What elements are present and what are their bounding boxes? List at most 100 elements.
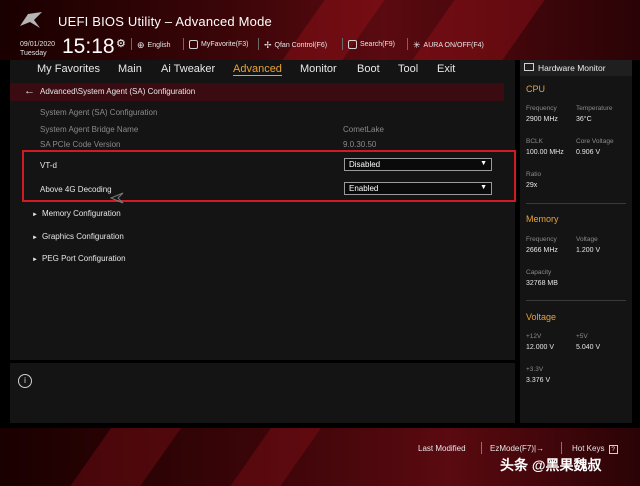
search-label: Search(F9) xyxy=(360,41,396,48)
breadcrumb[interactable]: ← Advanced\System Agent (SA) Configurati… xyxy=(10,83,504,101)
breadcrumb-text: Advanced\System Agent (SA) Configuration xyxy=(40,87,196,96)
divider xyxy=(481,442,482,454)
cpu-ratio-label: Ratio xyxy=(526,171,542,178)
menu-advanced[interactable]: Advanced xyxy=(233,63,282,76)
divider xyxy=(561,442,562,454)
caret-right-icon: ► xyxy=(32,212,38,218)
divider xyxy=(526,300,626,301)
mem-volt-label: Voltage xyxy=(576,236,598,243)
divider xyxy=(258,38,259,50)
menu-tool[interactable]: Tool xyxy=(398,63,418,75)
pcie-version-value: 9.0.30.50 xyxy=(343,140,377,149)
submenu-memory-label: Memory Configuration xyxy=(41,209,121,218)
qfan-label: Qfan Control(F6) xyxy=(274,42,328,49)
menu-boot[interactable]: Boot xyxy=(357,63,380,75)
main-menu: My Favorites Main Ai Tweaker Advanced Mo… xyxy=(10,60,515,80)
bridge-name-value: CometLake xyxy=(343,125,384,134)
mem-freq-value: 2666 MHz xyxy=(526,247,558,254)
section-title: System Agent (SA) Configuration xyxy=(40,108,158,117)
header-bar: UEFI BIOS Utility – Advanced Mode 09/01/… xyxy=(0,0,640,60)
menu-exit[interactable]: Exit xyxy=(437,63,455,75)
v12-value: 12.000 V xyxy=(526,344,555,351)
cpu-heading: CPU xyxy=(526,84,546,94)
favorite-icon xyxy=(189,40,198,49)
hardware-monitor-title: Hardware Monitor xyxy=(538,63,606,73)
bridge-name-label: System Agent Bridge Name xyxy=(40,125,139,134)
cpu-bclk-value: 100.00 MHz xyxy=(526,149,564,156)
menu-main[interactable]: Main xyxy=(118,63,142,75)
cpu-vcore-value: 0.906 V xyxy=(576,149,601,156)
myfavorite-label: MyFavorite(F3) xyxy=(201,41,249,48)
caret-right-icon: ► xyxy=(32,235,38,241)
myfavorite-button[interactable]: MyFavorite(F3) xyxy=(189,40,248,49)
submenu-graphics[interactable]: ► Graphics Configuration xyxy=(32,232,124,241)
settings-panel: ← Advanced\System Agent (SA) Configurati… xyxy=(10,80,516,360)
cpu-temp-value: 36°C xyxy=(576,116,592,123)
qfan-button[interactable]: ✢ Qfan Control(F6) xyxy=(264,40,327,51)
monitor-icon xyxy=(524,63,534,71)
divider xyxy=(407,38,408,50)
app-title: UEFI BIOS Utility – Advanced Mode xyxy=(58,14,272,29)
menu-ai-tweaker[interactable]: Ai Tweaker xyxy=(161,63,215,75)
rog-logo-icon xyxy=(20,12,42,28)
search-button[interactable]: Search(F9) xyxy=(348,40,395,49)
language-button[interactable]: ⊕ English xyxy=(137,40,171,51)
date-display: 09/01/2020 Tuesday xyxy=(20,40,55,58)
cpu-temp-label: Temperature xyxy=(576,105,613,112)
ezmode-button[interactable]: EzMode(F7)|→ xyxy=(490,444,544,453)
aura-label: AURA ON/OFF(F4) xyxy=(423,42,484,49)
submenu-graphics-label: Graphics Configuration xyxy=(41,232,124,241)
mem-cap-value: 32768 MB xyxy=(526,280,558,287)
header-decoration xyxy=(398,0,552,60)
memory-heading: Memory xyxy=(526,214,559,224)
cpu-freq-value: 2900 MHz xyxy=(526,116,558,123)
hardware-monitor-panel: Hardware Monitor CPU Frequency 2900 MHz … xyxy=(520,60,632,423)
fan-icon: ✢ xyxy=(264,40,272,50)
divider xyxy=(342,38,343,50)
voltage-heading: Voltage xyxy=(526,312,557,322)
back-arrow-icon[interactable]: ← xyxy=(24,85,35,97)
divider xyxy=(183,38,184,50)
hardware-monitor-header: Hardware Monitor xyxy=(520,60,632,76)
aura-button[interactable]: ✳ AURA ON/OFF(F4) xyxy=(413,40,484,51)
v33-label: +3.3V xyxy=(526,366,544,373)
divider xyxy=(526,203,626,204)
pcie-version-label: SA PCIe Code Version xyxy=(40,140,121,149)
footer-bar: Last Modified EzMode(F7)|→ Hot Keys ? 头条… xyxy=(0,428,640,486)
last-modified-button[interactable]: Last Modified xyxy=(418,444,466,453)
help-icon: ? xyxy=(608,445,618,454)
globe-icon: ⊕ xyxy=(137,40,145,50)
gear-icon[interactable]: ⚙ xyxy=(116,37,126,50)
cpu-ratio-value: 29x xyxy=(526,182,538,189)
menu-monitor[interactable]: Monitor xyxy=(300,63,337,75)
hotkeys-button[interactable]: Hot Keys ? xyxy=(572,444,618,454)
hotkeys-label: Hot Keys xyxy=(572,444,605,453)
day-text: Tuesday xyxy=(20,50,47,57)
cpu-freq-label: Frequency xyxy=(526,105,557,112)
mem-volt-value: 1.200 V xyxy=(576,247,601,254)
submenu-peg-port[interactable]: ► PEG Port Configuration xyxy=(32,254,126,263)
info-panel: i xyxy=(10,363,515,423)
v12-label: +12V xyxy=(526,333,542,340)
highlight-box xyxy=(22,150,516,202)
date-text: 09/01/2020 xyxy=(20,41,56,48)
menu-my-favorites[interactable]: My Favorites xyxy=(37,63,100,75)
aura-icon: ✳ xyxy=(413,40,421,50)
submenu-peg-port-label: PEG Port Configuration xyxy=(41,254,126,263)
language-label: English xyxy=(147,42,171,49)
cpu-bclk-label: BCLK xyxy=(526,138,543,145)
footer-decoration xyxy=(61,428,189,486)
clock-display: 15:18 xyxy=(62,35,115,58)
v33-value: 3.376 V xyxy=(526,377,551,384)
info-icon: i xyxy=(18,374,32,388)
divider xyxy=(131,38,132,50)
watermark: 头条 @黑果魏叔 xyxy=(500,457,602,473)
v5-value: 5.040 V xyxy=(576,344,601,351)
mem-cap-label: Capacity xyxy=(526,269,552,276)
cpu-vcore-label: Core Voltage xyxy=(576,138,614,145)
search-icon xyxy=(348,40,357,49)
caret-right-icon: ► xyxy=(32,257,38,263)
submenu-memory[interactable]: ► Memory Configuration xyxy=(32,209,121,218)
footer-decoration xyxy=(221,428,329,486)
mem-freq-label: Frequency xyxy=(526,236,557,243)
